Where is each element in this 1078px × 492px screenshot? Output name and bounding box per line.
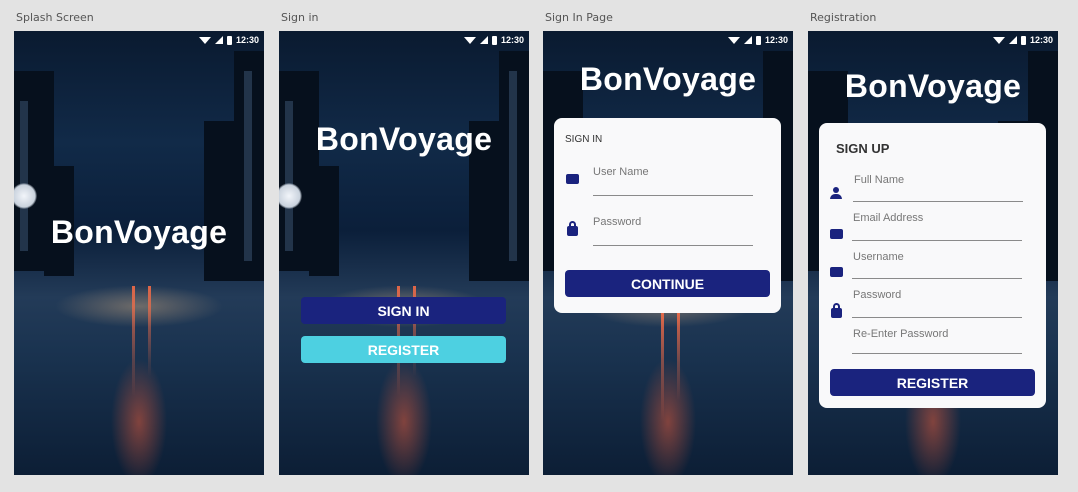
status-bar: 12:30 xyxy=(279,31,529,49)
register-button[interactable]: REGISTER xyxy=(301,336,506,363)
sign-up-card: SIGN UP Full Name Email Address Username… xyxy=(819,123,1046,408)
registration-screen: 12:30 BonVoyage SIGN UP Full Name Email … xyxy=(808,31,1058,475)
battery-icon xyxy=(491,35,497,45)
light-reflection xyxy=(661,311,664,421)
password-field[interactable]: Password xyxy=(593,216,641,228)
signal-icon xyxy=(743,36,752,44)
email-underline xyxy=(852,240,1022,241)
username-underline xyxy=(852,278,1022,279)
reenter-password-underline xyxy=(852,353,1022,354)
app-logo: BonVoyage xyxy=(315,121,493,157)
full-name-field[interactable]: Full Name xyxy=(854,174,904,186)
user-name-underline xyxy=(593,195,753,196)
sign-in-card: SIGN IN User Name Password CONTINUE xyxy=(554,118,781,313)
continue-button[interactable]: CONTINUE xyxy=(565,270,770,297)
reenter-password-field[interactable]: Re-Enter Password xyxy=(853,328,948,340)
frame-label-sign-in-page: Sign In Page xyxy=(545,11,613,24)
frame-label-registration: Registration xyxy=(810,11,877,24)
app-logo: BonVoyage xyxy=(50,214,228,250)
lock-icon xyxy=(567,221,578,236)
light-reflection xyxy=(148,286,151,376)
card-title: SIGN IN xyxy=(565,134,603,145)
lock-icon xyxy=(831,303,842,318)
building xyxy=(309,166,339,276)
person-icon xyxy=(830,187,842,199)
card-title: SIGN UP xyxy=(836,141,890,156)
battery-icon xyxy=(755,35,761,45)
signal-icon xyxy=(214,36,223,44)
status-bar: 12:30 xyxy=(808,31,1058,49)
password-underline xyxy=(593,245,753,246)
mail-icon xyxy=(830,267,843,277)
status-time: 12:30 xyxy=(235,35,259,45)
app-logo: BonVoyage xyxy=(844,68,1022,104)
app-logo: BonVoyage xyxy=(579,61,757,97)
status-time: 12:30 xyxy=(764,35,788,45)
wifi-icon xyxy=(198,36,211,44)
frame-label-splash: Splash Screen xyxy=(16,11,94,24)
wifi-icon xyxy=(463,36,476,44)
full-name-underline xyxy=(853,201,1023,202)
wifi-icon xyxy=(727,36,740,44)
wifi-icon xyxy=(992,36,1005,44)
user-name-field[interactable]: User Name xyxy=(593,166,649,178)
battery-icon xyxy=(1020,35,1026,45)
splash-screen: 12:30 BonVoyage xyxy=(14,31,264,475)
status-time: 12:30 xyxy=(500,35,524,45)
status-bar: 12:30 xyxy=(14,31,264,49)
username-field[interactable]: Username xyxy=(853,251,904,263)
mail-icon xyxy=(566,174,579,184)
signal-icon xyxy=(1008,36,1017,44)
frame-label-sign-in: Sign in xyxy=(281,11,319,24)
sign-in-page-screen: 12:30 BonVoyage SIGN IN User Name Passwo… xyxy=(543,31,793,475)
battery-icon xyxy=(226,35,232,45)
password-underline xyxy=(852,317,1022,318)
email-field[interactable]: Email Address xyxy=(853,212,923,224)
signal-icon xyxy=(479,36,488,44)
status-bar: 12:30 xyxy=(543,31,793,49)
password-field[interactable]: Password xyxy=(853,289,901,301)
light-reflection xyxy=(132,286,135,396)
sign-in-button[interactable]: SIGN IN xyxy=(301,297,506,324)
status-time: 12:30 xyxy=(1029,35,1053,45)
mail-icon xyxy=(830,229,843,239)
sign-in-screen: 12:30 BonVoyage SIGN IN REGISTER xyxy=(279,31,529,475)
window-lights xyxy=(509,71,517,261)
register-button[interactable]: REGISTER xyxy=(830,369,1035,396)
light-reflection xyxy=(677,311,680,401)
